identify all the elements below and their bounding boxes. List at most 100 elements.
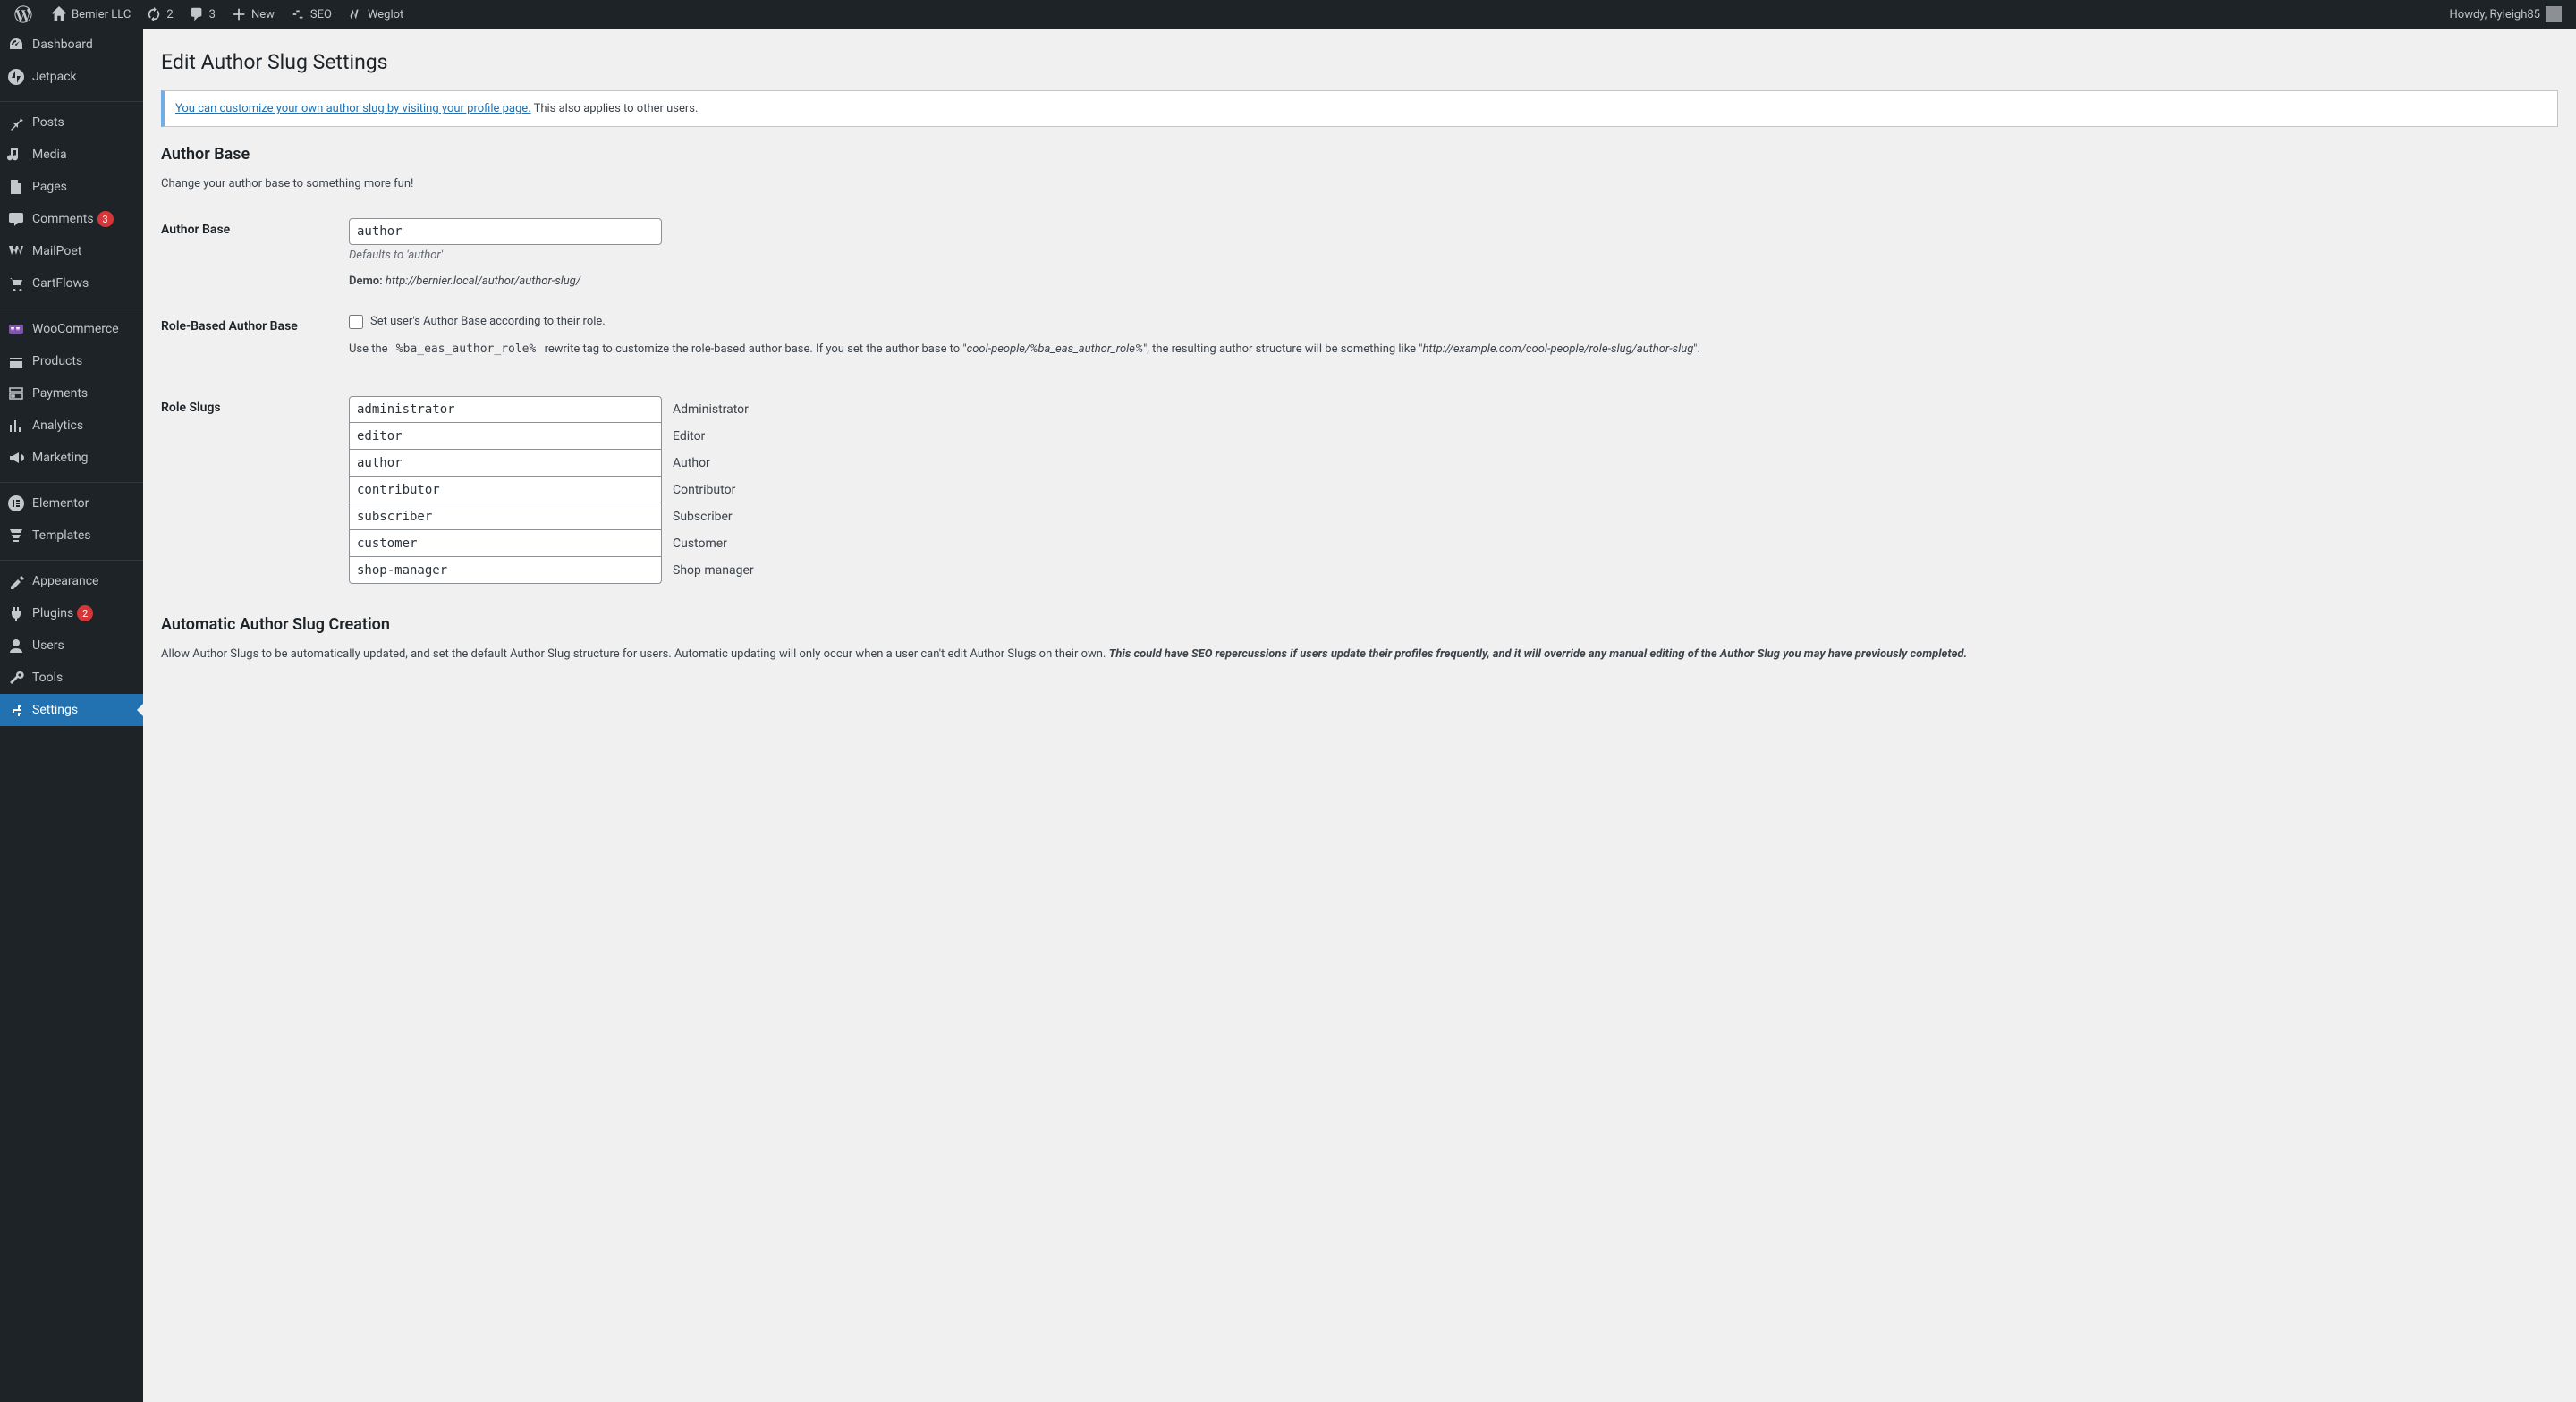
demo-url: http://bernier.local/author/author-slug/ [386,274,580,288]
home-icon [50,5,68,23]
content-area: Edit Author Slug Settings You can custom… [143,0,2576,711]
weglot-link[interactable]: Weglot [339,0,411,29]
menu-users[interactable]: Users [0,629,143,662]
menu-elementor[interactable]: Elementor [0,487,143,519]
payments-icon [7,384,25,402]
page-icon [7,178,25,196]
menu-dashboard[interactable]: Dashboard [0,29,143,61]
wordpress-icon [14,5,32,23]
role-slug-row: Customer [349,530,2549,557]
plugins-icon [7,604,25,622]
jetpack-icon [7,68,25,86]
author-base-heading: Author Base [161,145,2558,164]
author-base-input[interactable] [349,218,662,245]
site-name-link[interactable]: Bernier LLC [43,0,138,29]
menu-plugins[interactable]: Plugins2 [0,597,143,629]
role-slug-input-contributor[interactable] [349,477,662,503]
profile-page-link[interactable]: You can customize your own author slug b… [175,102,531,115]
notice-rest-text: This also applies to other users. [531,102,699,115]
role-base-label: Role-Based Author Base [161,301,340,384]
updates-link[interactable]: 2 [138,0,180,29]
new-label: New [251,8,275,21]
seo-icon [289,5,307,23]
seo-link[interactable]: SEO [282,0,339,29]
role-slug-label: Shop manager [673,563,754,578]
settings-form: Author Base Defaults to 'author' Demo: h… [161,205,2558,598]
role-slug-row: Shop manager [349,557,2549,584]
author-base-help: Change your author base to something mor… [161,175,2558,193]
dashboard-icon [7,36,25,54]
menu-products[interactable]: Products [0,345,143,377]
role-slug-input-author[interactable] [349,450,662,477]
role-slug-input-subscriber[interactable] [349,503,662,530]
comments-badge: 3 [97,211,114,227]
cartflows-icon [7,274,25,292]
role-slug-input-editor[interactable] [349,423,662,450]
menu-appearance[interactable]: Appearance [0,565,143,597]
users-icon [7,637,25,655]
plus-icon [230,5,248,23]
page-title: Edit Author Slug Settings [161,50,2558,74]
menu-jetpack[interactable]: Jetpack [0,61,143,93]
plugins-badge: 2 [77,605,93,621]
role-slugs-label: Role Slugs [161,383,340,597]
pin-icon [7,114,25,131]
weglot-label: Weglot [368,8,403,21]
role-base-checkbox[interactable] [349,315,363,329]
products-icon [7,352,25,370]
howdy-link[interactable]: Howdy, Ryleigh85 [2443,0,2570,29]
mailpoet-icon [7,242,25,260]
menu-analytics[interactable]: Analytics [0,410,143,442]
role-base-checkbox-label[interactable]: Set user's Author Base according to thei… [370,315,606,328]
role-base-help: Use the %ba_eas_author_role% rewrite tag… [349,341,2549,359]
author-base-label: Author Base [161,205,340,301]
admin-sidebar: Dashboard Jetpack Posts Media Pages Comm… [0,29,143,1402]
marketing-icon [7,449,25,467]
author-base-description: Defaults to 'author' [349,249,2549,262]
seo-label: SEO [310,8,332,21]
wp-logo[interactable] [7,0,43,29]
analytics-icon [7,417,25,435]
menu-payments[interactable]: Payments [0,377,143,410]
comments-icon [188,5,206,23]
comment-icon [7,210,25,228]
menu-mailpoet[interactable]: MailPoet [0,235,143,267]
role-slugs-list: Administrator Editor Author Contributor Subs… [349,396,2549,584]
templates-icon [7,527,25,545]
comments-count: 3 [209,8,216,21]
settings-icon [7,701,25,719]
menu-settings[interactable]: Settings [0,694,143,726]
menu-woocommerce[interactable]: WooCommerce [0,313,143,345]
avatar [2546,6,2562,22]
weglot-icon [346,5,364,23]
elementor-icon [7,494,25,512]
auto-heading: Automatic Author Slug Creation [161,615,2558,634]
menu-media[interactable]: Media [0,139,143,171]
role-slug-label: Author [673,456,710,470]
demo-row: Demo: http://bernier.local/author/author… [349,274,2549,288]
role-slug-row: Contributor [349,477,2549,503]
auto-description: Allow Author Slugs to be automatically u… [161,646,2558,663]
role-slug-row: Administrator [349,396,2549,423]
media-icon [7,146,25,164]
role-slug-label: Editor [673,429,705,443]
role-slug-label: Contributor [673,483,735,497]
menu-posts[interactable]: Posts [0,106,143,139]
role-slug-input-customer[interactable] [349,530,662,557]
role-slug-input-administrator[interactable] [349,396,662,423]
tools-icon [7,669,25,687]
menu-marketing[interactable]: Marketing [0,442,143,474]
menu-templates[interactable]: Templates [0,519,143,552]
menu-pages[interactable]: Pages [0,171,143,203]
menu-tools[interactable]: Tools [0,662,143,694]
menu-cartflows[interactable]: CartFlows [0,267,143,300]
update-icon [145,5,163,23]
role-slug-row: Editor [349,423,2549,450]
role-slug-row: Subscriber [349,503,2549,530]
comments-link[interactable]: 3 [181,0,223,29]
menu-comments[interactable]: Comments3 [0,203,143,235]
new-link[interactable]: New [223,0,282,29]
role-slug-label: Administrator [673,402,749,417]
role-slug-input-shop-manager[interactable] [349,557,662,584]
role-slug-label: Subscriber [673,510,733,524]
